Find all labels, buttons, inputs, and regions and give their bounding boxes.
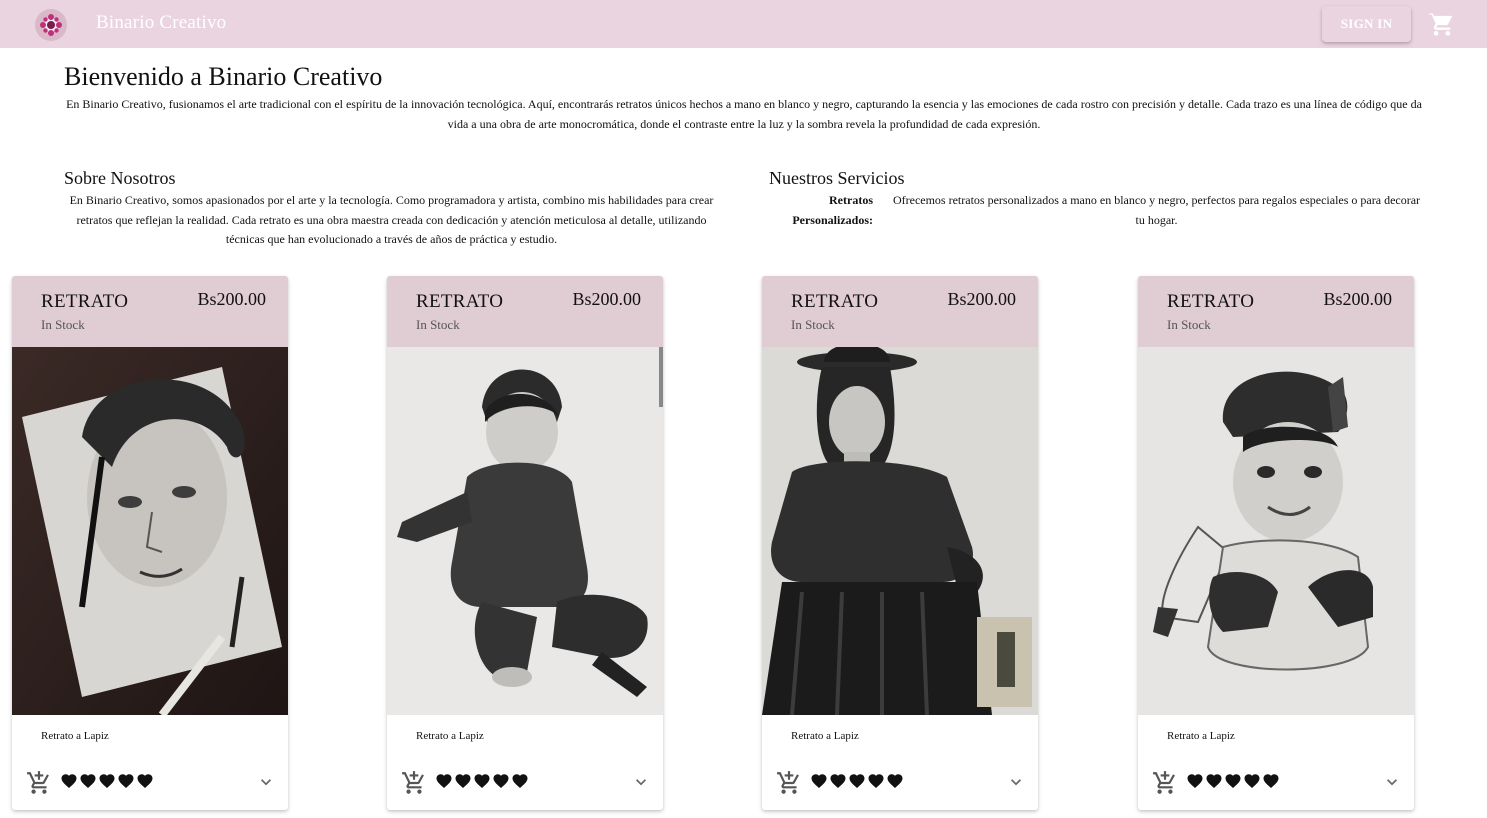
card-actions xyxy=(762,766,1038,802)
heart-icon[interactable] xyxy=(1262,772,1280,790)
card-header: RETRATO In Stock Bs200.00 xyxy=(762,276,1038,347)
rating-hearts xyxy=(435,772,529,790)
heart-icon[interactable] xyxy=(829,772,847,790)
product-card: RETRATO In Stock Bs200.00 Retrato a Lapi… xyxy=(12,276,288,810)
card-title: RETRATO xyxy=(41,291,129,312)
heart-icon[interactable] xyxy=(117,772,135,790)
heart-icon[interactable] xyxy=(511,772,529,790)
card-header: RETRATO In Stock Bs200.00 xyxy=(1138,276,1414,347)
app-bar: Binario Creativo SIGN IN xyxy=(0,0,1487,48)
app-title[interactable]: Binario Creativo xyxy=(96,12,226,34)
heart-icon[interactable] xyxy=(848,772,866,790)
about-text: En Binario Creativo, somos apasionados p… xyxy=(69,193,714,246)
portrait-image[interactable] xyxy=(1138,347,1414,715)
about-title: Sobre Nosotros xyxy=(64,168,176,188)
add-shopping-cart-icon[interactable] xyxy=(776,770,802,796)
heart-icon[interactable] xyxy=(867,772,885,790)
product-card: RETRATO In Stock Bs200.00 Retrato a Lapi… xyxy=(762,276,1038,810)
price: Bs200.00 xyxy=(1323,289,1392,309)
rating-hearts xyxy=(60,772,154,790)
product-card: RETRATO In Stock Bs200.00 Retrato a Lapi… xyxy=(387,276,663,810)
product-card: RETRATO In Stock Bs200.00 Retrato a Lapi… xyxy=(1138,276,1414,810)
card-header: RETRATO In Stock Bs200.00 xyxy=(387,276,663,347)
card-header: RETRATO In Stock Bs200.00 xyxy=(12,276,288,347)
card-actions xyxy=(1138,766,1414,802)
stock-status: In Stock xyxy=(416,317,460,332)
heart-icon[interactable] xyxy=(454,772,472,790)
heart-icon[interactable] xyxy=(60,772,78,790)
chevron-down-icon[interactable] xyxy=(1382,772,1402,792)
sign-in-button[interactable]: SIGN IN xyxy=(1322,6,1411,42)
price: Bs200.00 xyxy=(572,289,641,309)
chevron-down-icon[interactable] xyxy=(631,772,651,792)
heart-icon[interactable] xyxy=(1243,772,1261,790)
chevron-down-icon[interactable] xyxy=(256,772,276,792)
heart-icon[interactable] xyxy=(1186,772,1204,790)
shopping-cart-icon[interactable] xyxy=(1428,10,1456,38)
chevron-down-icon[interactable] xyxy=(1006,772,1026,792)
card-title: RETRATO xyxy=(1167,291,1255,312)
price: Bs200.00 xyxy=(947,289,1016,309)
card-description: Retrato a Lapiz xyxy=(41,730,109,742)
heart-icon[interactable] xyxy=(473,772,491,790)
heart-icon[interactable] xyxy=(810,772,828,790)
heart-icon[interactable] xyxy=(1205,772,1223,790)
flower-logo-icon[interactable] xyxy=(35,9,67,41)
card-description: Retrato a Lapiz xyxy=(1167,730,1235,742)
service-name: Retratos Personalizados: xyxy=(792,193,873,227)
card-description: Retrato a Lapiz xyxy=(791,730,859,742)
stock-status: In Stock xyxy=(41,317,85,332)
heart-icon[interactable] xyxy=(435,772,453,790)
card-description: Retrato a Lapiz xyxy=(416,730,484,742)
heart-icon[interactable] xyxy=(1224,772,1242,790)
card-actions xyxy=(12,766,288,802)
rating-hearts xyxy=(810,772,904,790)
portrait-image[interactable] xyxy=(762,347,1038,715)
add-shopping-cart-icon[interactable] xyxy=(401,770,427,796)
services-title: Nuestros Servicios xyxy=(769,168,905,188)
heart-icon[interactable] xyxy=(136,772,154,790)
card-actions xyxy=(387,766,663,802)
price: Bs200.00 xyxy=(197,289,266,309)
card-title: RETRATO xyxy=(416,291,504,312)
add-shopping-cart-icon[interactable] xyxy=(1152,770,1178,796)
heart-icon[interactable] xyxy=(886,772,904,790)
rating-hearts xyxy=(1186,772,1280,790)
card-title: RETRATO xyxy=(791,291,879,312)
heart-icon[interactable] xyxy=(98,772,116,790)
welcome-text: En Binario Creativo, fusionamos el arte … xyxy=(66,97,1422,131)
add-shopping-cart-icon[interactable] xyxy=(26,770,52,796)
portrait-image[interactable] xyxy=(12,347,288,715)
stock-status: In Stock xyxy=(1167,317,1211,332)
service-description: Ofrecemos retratos personalizados a mano… xyxy=(892,193,1421,227)
stock-status: In Stock xyxy=(791,317,835,332)
heart-icon[interactable] xyxy=(492,772,510,790)
portrait-image[interactable] xyxy=(387,347,663,715)
heart-icon[interactable] xyxy=(79,772,97,790)
welcome-title: Bienvenido a Binario Creativo xyxy=(64,62,383,91)
